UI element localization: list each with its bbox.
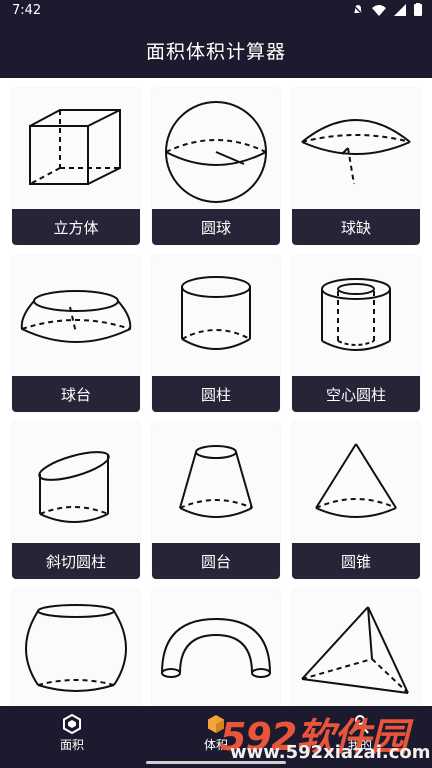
shape-label: 球台 (12, 376, 140, 412)
status-bar: 7:42 (0, 0, 432, 22)
hexagon-icon (63, 714, 81, 734)
nav-item-mine[interactable]: 我的 (288, 706, 432, 758)
person-icon (351, 715, 369, 734)
tetrahedron-icon (301, 606, 409, 694)
hollow-cylinder-icon (321, 278, 391, 351)
nav-item-area[interactable]: 面积 (0, 706, 144, 758)
cube-icon (29, 109, 121, 185)
shape-label: 圆台 (152, 543, 280, 579)
shape-grid[interactable]: 立方体 圆球 球缺 球台 圆柱 空心圆柱 斜切圆柱 圆台 圆锥 (0, 78, 432, 706)
cube-nav-icon (208, 715, 224, 733)
cylinder-icon (181, 276, 251, 350)
nav-label: 体积 (203, 738, 228, 752)
frustum-icon (179, 445, 253, 518)
shape-card-frustum[interactable]: 圆台 (152, 422, 280, 579)
shape-label: 斜切圆柱 (12, 543, 140, 579)
truncated-cylinder-icon (38, 451, 110, 523)
shape-label: 圆锥 (292, 543, 420, 579)
shape-card-cube[interactable]: 立方体 (12, 88, 140, 245)
nav-label: 面积 (59, 738, 84, 752)
shape-card-hollow-cylinder[interactable]: 空心圆柱 (292, 255, 420, 412)
shape-label: 立方体 (12, 209, 140, 245)
home-indicator (146, 761, 286, 764)
shape-label: 圆球 (152, 209, 280, 245)
torus-icon (161, 617, 271, 678)
page-title: 面积体积计算器 (145, 40, 286, 63)
shape-card-torus[interactable] (152, 589, 280, 706)
shape-label: 圆柱 (152, 376, 280, 412)
battery-icon (414, 3, 422, 16)
barrel-icon (25, 604, 127, 692)
status-icons (352, 3, 422, 16)
sphere-icon (165, 101, 267, 203)
shape-card-spherical-segment[interactable]: 球台 (12, 255, 140, 412)
spherical-segment-icon (20, 290, 132, 343)
bottom-nav: 面积 体积 我的 (0, 706, 432, 768)
shape-card-truncated-cylinder[interactable]: 斜切圆柱 (12, 422, 140, 579)
shape-card-barrel[interactable] (12, 589, 140, 706)
shape-card-cylinder[interactable]: 圆柱 (152, 255, 280, 412)
shape-card-tetrahedron[interactable] (292, 589, 420, 706)
shape-card-sphere[interactable]: 圆球 (152, 88, 280, 245)
status-time: 7:42 (12, 3, 42, 18)
cone-icon (315, 443, 397, 518)
shape-label: 空心圆柱 (292, 376, 420, 412)
shape-card-spherical-cap[interactable]: 球缺 (292, 88, 420, 245)
spherical-cap-icon (301, 119, 411, 185)
shape-card-cone[interactable]: 圆锥 (292, 422, 420, 579)
mute-icon (352, 3, 364, 16)
app-bar: 面积体积计算器 (0, 22, 432, 78)
wifi-icon (372, 4, 386, 16)
shape-label: 球缺 (292, 209, 420, 245)
signal-icon (394, 3, 406, 16)
nav-label: 我的 (347, 738, 372, 752)
nav-item-volume[interactable]: 体积 (144, 706, 288, 758)
